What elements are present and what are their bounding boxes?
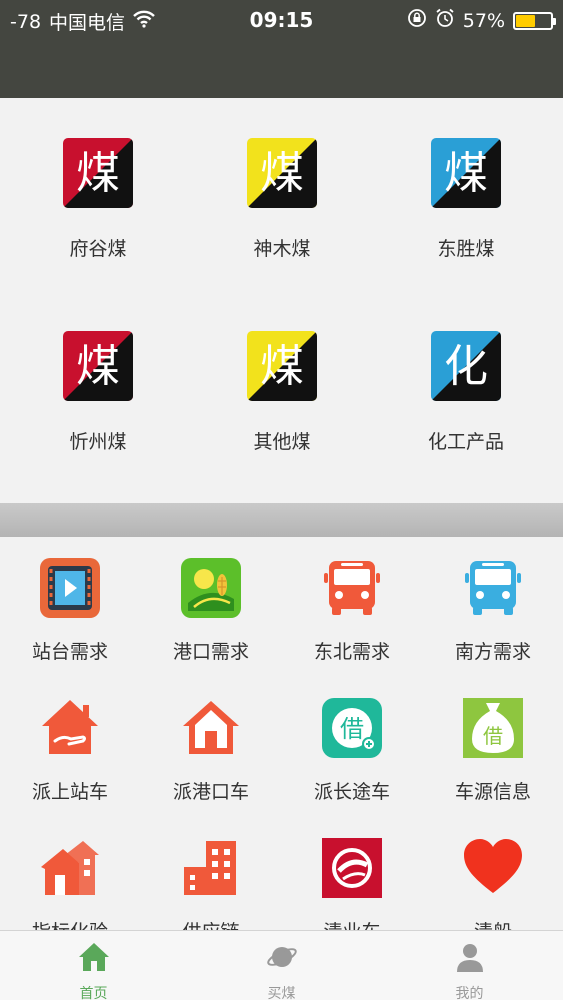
coal-label: 其他煤	[253, 431, 311, 453]
app-header: -78 中国电信 09:15 57%	[0, 0, 563, 98]
service-label: 东北需求	[313, 641, 390, 663]
coal-item-xinzhou[interactable]: 煤 忻州煤	[4, 291, 192, 453]
service-label: 派上站车	[31, 781, 108, 803]
service-item-northeast-demand[interactable]: 东北需求	[282, 537, 422, 677]
coal-label: 忻州煤	[69, 431, 127, 453]
coal-label: 府谷煤	[69, 238, 127, 260]
tab-label: 我的	[455, 986, 484, 1000]
tab-buy-coal[interactable]: 买煤	[188, 931, 375, 1000]
battery-percent: 57%	[462, 9, 505, 32]
buildings-icon	[180, 837, 242, 899]
service-label: 供应链	[141, 917, 281, 930]
status-bar: -78 中国电信 09:15 57%	[0, 0, 563, 40]
user-icon	[454, 941, 486, 973]
service-label: 清业车	[282, 917, 422, 930]
svg-text:煤: 煤	[76, 341, 120, 392]
bus-icon	[321, 557, 383, 619]
planet-icon	[266, 941, 298, 973]
tab-label: 买煤	[267, 986, 296, 1000]
svg-text:煤: 煤	[444, 148, 488, 199]
coal-item-other[interactable]: 煤 其他煤	[188, 291, 376, 453]
film-icon	[39, 557, 101, 619]
service-item-clear-truck[interactable]: 清业车	[282, 817, 422, 930]
coal-icon: 煤	[63, 138, 133, 208]
bottom-tab-bar: 首页 买煤 我的	[0, 930, 563, 1000]
coal-icon: 煤	[247, 331, 317, 401]
service-item-port-demand[interactable]: 港口需求	[141, 537, 281, 677]
houses-icon	[39, 837, 101, 899]
battery-level	[516, 14, 536, 27]
service-item-dispatch-port-truck[interactable]: 派港口车	[141, 677, 281, 817]
service-label: 清船	[423, 917, 563, 930]
service-label: 港口需求	[172, 641, 249, 663]
alarm-icon	[435, 8, 455, 33]
battery-icon	[513, 11, 556, 30]
svg-text:煤: 煤	[260, 341, 304, 392]
status-right: 57%	[407, 8, 556, 33]
service-item-vehicle-info[interactable]: 借 车源信息	[423, 677, 563, 817]
coal-item-shenmu[interactable]: 煤 神木煤	[188, 98, 376, 260]
svg-text:煤: 煤	[76, 148, 120, 199]
farm-icon	[180, 557, 242, 619]
service-item-indicator-test[interactable]: 指标化验	[0, 817, 140, 930]
service-item-supply-chain[interactable]: 供应链	[141, 817, 281, 930]
home-icon	[78, 941, 110, 973]
coal-label: 神木煤	[253, 238, 311, 260]
service-label: 指标化验	[0, 917, 140, 930]
service-label: 派港口车	[172, 781, 249, 803]
coal-label: 化工产品	[427, 431, 504, 453]
service-item-dispatch-station-truck[interactable]: 派上站车	[0, 677, 140, 817]
tab-home[interactable]: 首页	[0, 931, 187, 1000]
service-item-south-demand[interactable]: 南方需求	[423, 537, 563, 677]
rotation-lock-icon	[407, 8, 427, 33]
service-grid: 站台需求 港口需求 东北需求 南方需求 派上站车 派港口车 借 派长途车 借 车…	[0, 537, 563, 930]
service-label: 车源信息	[454, 781, 531, 803]
chemical-icon: 化	[431, 331, 501, 401]
service-label: 站台需求	[31, 641, 108, 663]
house-hand-icon	[39, 697, 101, 759]
tab-mine[interactable]: 我的	[376, 931, 563, 1000]
bus-icon	[462, 557, 524, 619]
coal-item-fugu[interactable]: 煤 府谷煤	[4, 98, 192, 260]
coal-icon: 煤	[63, 331, 133, 401]
logo-icon	[321, 837, 383, 899]
service-item-station-demand[interactable]: 站台需求	[0, 537, 140, 677]
service-label: 派长途车	[313, 781, 390, 803]
svg-text:借: 借	[483, 724, 503, 748]
tab-label: 首页	[79, 986, 108, 1000]
section-divider	[0, 503, 563, 537]
service-item-clear-ship[interactable]: 清船	[423, 817, 563, 930]
svg-text:煤: 煤	[260, 148, 304, 199]
coal-label: 东胜煤	[437, 238, 495, 260]
svg-text:借: 借	[340, 715, 364, 743]
heart-icon	[462, 837, 524, 899]
coal-item-dongsheng[interactable]: 煤 东胜煤	[372, 98, 560, 260]
loan-icon: 借	[321, 697, 383, 759]
coal-category-grid: 煤 府谷煤 煤 神木煤 煤 东胜煤 煤 忻州煤 煤 其他煤 化 化工产品	[0, 98, 563, 503]
service-item-dispatch-longhaul-truck[interactable]: 借 派长途车	[282, 677, 422, 817]
coal-item-chemical[interactable]: 化 化工产品	[372, 291, 560, 453]
coal-icon: 煤	[431, 138, 501, 208]
coal-icon: 煤	[247, 138, 317, 208]
money-bag-icon: 借	[462, 697, 524, 759]
house-icon	[180, 697, 242, 759]
service-label: 南方需求	[454, 641, 531, 663]
svg-text:化: 化	[444, 341, 488, 392]
